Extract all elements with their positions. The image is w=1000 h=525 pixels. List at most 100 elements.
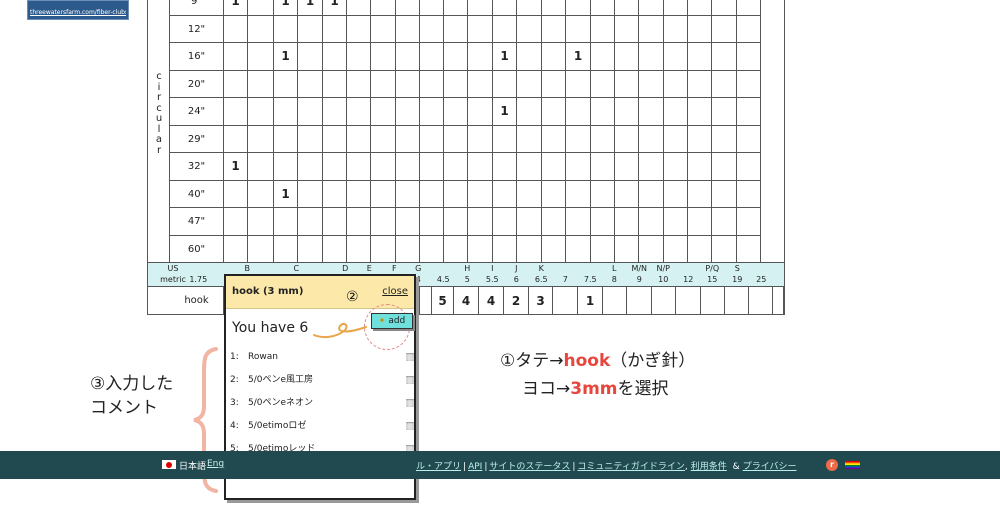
grid-cell[interactable] — [542, 235, 566, 263]
grid-cell[interactable] — [444, 235, 468, 263]
language-japanese[interactable]: 日本語 — [179, 459, 206, 472]
language-english-link[interactable]: Eng — [207, 459, 224, 469]
grid-cell[interactable] — [396, 125, 420, 153]
footer-link-status[interactable]: サイトのステータス — [489, 462, 570, 472]
grid-cell[interactable] — [615, 125, 639, 153]
grid-cell[interactable] — [688, 125, 712, 153]
grid-cell[interactable] — [664, 98, 688, 126]
grid-cell[interactable] — [688, 98, 712, 126]
grid-cell[interactable] — [712, 125, 737, 153]
hook-count-cell[interactable] — [701, 287, 725, 315]
grid-cell[interactable] — [493, 125, 517, 153]
trash-icon[interactable] — [406, 352, 414, 361]
grid-cell[interactable] — [420, 235, 444, 263]
grid-cell[interactable] — [566, 180, 591, 208]
grid-cell[interactable] — [615, 0, 639, 16]
grid-cell[interactable] — [224, 125, 248, 153]
grid-cell[interactable] — [248, 98, 274, 126]
grid-cell[interactable] — [591, 43, 615, 71]
grid-cell[interactable] — [737, 208, 761, 236]
add-button[interactable]: ✦ add — [371, 313, 413, 329]
grid-cell[interactable] — [420, 180, 444, 208]
grid-cell[interactable] — [420, 125, 444, 153]
grid-cell[interactable] — [493, 70, 517, 98]
grid-cell[interactable] — [444, 70, 468, 98]
grid-cell[interactable]: 1 — [323, 0, 347, 16]
grid-cell[interactable] — [248, 70, 274, 98]
grid-cell[interactable] — [248, 15, 274, 43]
grid-cell[interactable] — [615, 235, 639, 263]
grid-cell[interactable] — [639, 235, 664, 263]
hook-count-cell[interactable] — [676, 287, 701, 315]
grid-cell[interactable] — [493, 208, 517, 236]
grid-cell[interactable] — [688, 180, 712, 208]
grid-cell[interactable] — [468, 208, 493, 236]
grid-cell[interactable] — [323, 43, 347, 71]
grid-cell[interactable] — [444, 15, 468, 43]
grid-cell[interactable] — [420, 43, 444, 71]
grid-cell[interactable] — [737, 125, 761, 153]
grid-cell[interactable] — [615, 15, 639, 43]
grid-cell[interactable] — [737, 235, 761, 263]
grid-cell[interactable] — [323, 153, 347, 181]
logo-link-text[interactable]: threewatersfarm.com/fiber-clubs — [30, 9, 126, 16]
grid-cell[interactable] — [248, 235, 274, 263]
grid-cell[interactable] — [615, 180, 639, 208]
grid-cell[interactable] — [420, 15, 444, 43]
grid-cell[interactable]: 1 — [274, 0, 298, 16]
grid-cell[interactable]: 1 — [493, 98, 517, 126]
grid-cell[interactable] — [468, 98, 493, 126]
grid-cell[interactable] — [298, 153, 323, 181]
grid-cell[interactable] — [688, 235, 712, 263]
grid-cell[interactable] — [664, 235, 688, 263]
grid-cell[interactable] — [615, 208, 639, 236]
hook-count-cell[interactable]: 4 — [479, 287, 504, 315]
grid-cell[interactable] — [420, 208, 444, 236]
grid-cell[interactable] — [517, 208, 542, 236]
grid-cell[interactable] — [298, 235, 323, 263]
grid-cell[interactable] — [444, 125, 468, 153]
hook-count-cell[interactable] — [652, 287, 676, 315]
grid-cell[interactable] — [542, 0, 566, 16]
grid-cell[interactable] — [468, 125, 493, 153]
grid-cell[interactable] — [615, 43, 639, 71]
grid-cell[interactable] — [248, 208, 274, 236]
grid-cell[interactable] — [224, 15, 248, 43]
grid-cell[interactable] — [371, 153, 396, 181]
grid-cell[interactable] — [493, 15, 517, 43]
grid-cell[interactable] — [274, 15, 298, 43]
grid-cell[interactable] — [566, 125, 591, 153]
grid-cell[interactable] — [566, 208, 591, 236]
grid-cell[interactable] — [542, 15, 566, 43]
grid-cell[interactable] — [224, 235, 248, 263]
grid-cell[interactable] — [493, 180, 517, 208]
grid-cell[interactable] — [591, 208, 615, 236]
grid-cell[interactable]: 1 — [274, 43, 298, 71]
grid-cell[interactable] — [396, 98, 420, 126]
grid-cell[interactable] — [323, 15, 347, 43]
grid-cell[interactable] — [737, 180, 761, 208]
grid-cell[interactable] — [347, 180, 371, 208]
grid-cell[interactable] — [566, 15, 591, 43]
grid-cell[interactable] — [615, 98, 639, 126]
grid-cell[interactable] — [224, 70, 248, 98]
grid-cell[interactable] — [639, 98, 664, 126]
grid-cell[interactable] — [664, 153, 688, 181]
grid-cell[interactable] — [371, 98, 396, 126]
grid-cell[interactable] — [224, 98, 248, 126]
grid-cell[interactable] — [396, 180, 420, 208]
grid-cell[interactable] — [323, 70, 347, 98]
grid-cell[interactable] — [396, 235, 420, 263]
grid-cell[interactable] — [664, 43, 688, 71]
footer-link-terms[interactable]: 利用条件 — [691, 462, 727, 472]
grid-cell[interactable] — [371, 235, 396, 263]
grid-cell[interactable] — [468, 70, 493, 98]
grid-cell[interactable] — [347, 0, 371, 16]
hook-count-cell[interactable] — [725, 287, 749, 315]
ravelry-badge-icon[interactable]: r — [826, 459, 838, 471]
grid-cell[interactable] — [566, 70, 591, 98]
grid-cell[interactable] — [591, 125, 615, 153]
grid-cell[interactable] — [468, 153, 493, 181]
grid-cell[interactable] — [712, 15, 737, 43]
grid-cell[interactable] — [323, 125, 347, 153]
